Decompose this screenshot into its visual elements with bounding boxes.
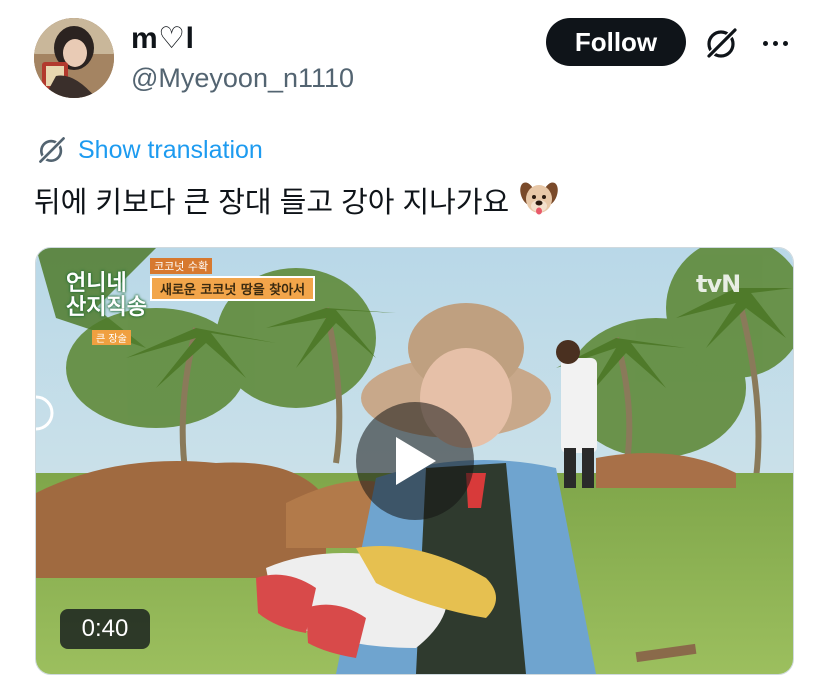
video-duration: 0:40 — [60, 609, 150, 649]
show-translation-label: Show translation — [78, 136, 263, 164]
author-handle[interactable]: @Myeyoon_n1110 — [131, 62, 354, 94]
overlay-subtitle: 코코넛 수확 — [150, 258, 213, 274]
author-display-name[interactable]: m♡l — [131, 22, 194, 56]
overlay-caption: 새로운 코코넛 땅을 찾아서 — [150, 276, 316, 301]
avatar-image — [34, 18, 114, 98]
show-tag: 큰 장술 — [92, 330, 131, 345]
channel-logo: tvN — [696, 270, 741, 298]
dog-face-icon — [520, 182, 558, 215]
more-options-icon[interactable] — [758, 26, 792, 60]
tweet-text-body: 뒤에 키보다 큰 장대 들고 강아 지나가요 — [34, 186, 510, 219]
follow-button[interactable]: Follow — [546, 18, 686, 66]
play-button[interactable] — [356, 402, 474, 520]
dog-face-emoji — [519, 178, 559, 227]
grok-icon[interactable] — [704, 25, 740, 61]
grok-translate-icon — [37, 135, 67, 165]
play-icon — [396, 437, 436, 485]
tweet-text: 뒤에 키보다 큰 장대 들고 강아 지나가요 — [34, 178, 559, 227]
video-player[interactable]: 언니네 산지직송 큰 장술 코코넛 수확 새로운 코코넛 땅을 찾아서 tvN … — [35, 247, 794, 675]
show-translation-link[interactable]: Show translation — [36, 134, 263, 166]
show-logo: 언니네 산지직송 — [66, 271, 147, 320]
avatar[interactable] — [34, 18, 114, 98]
